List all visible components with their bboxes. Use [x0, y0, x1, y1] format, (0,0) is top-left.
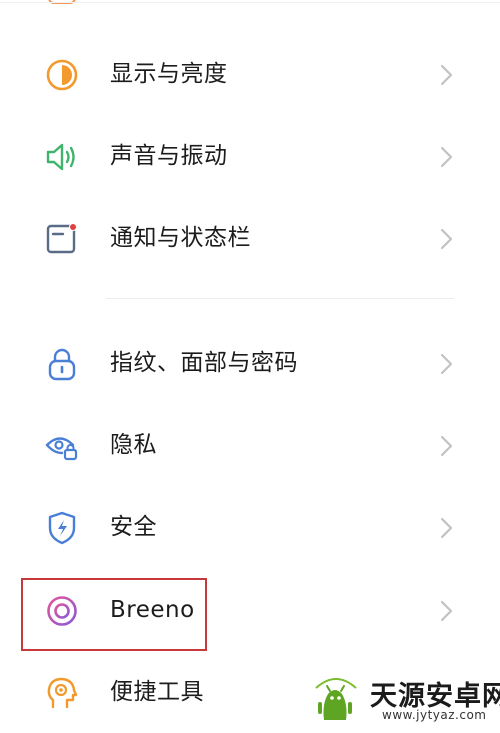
chevron-right-icon — [440, 64, 453, 86]
privacy-eye-icon — [44, 428, 80, 464]
chevron-right-icon — [440, 228, 453, 250]
chevron-right-icon — [440, 146, 453, 168]
watermark-url: www.jytyaz.com — [382, 708, 487, 722]
section-divider — [106, 298, 454, 299]
settings-item-privacy[interactable]: 隐私 — [0, 404, 500, 486]
settings-item-label: 安全 — [110, 514, 157, 540]
settings-item-label: 便捷工具 — [110, 679, 204, 705]
chevron-right-icon — [440, 353, 453, 375]
settings-item-notification-statusbar[interactable]: 通知与状态栏 — [0, 197, 500, 279]
lock-icon — [44, 346, 80, 382]
convenience-tools-icon — [44, 675, 80, 711]
settings-item-label: 隐私 — [110, 432, 157, 458]
chevron-right-icon — [440, 517, 453, 539]
display-brightness-icon — [44, 57, 80, 93]
android-logo-icon — [315, 678, 357, 720]
settings-item-label: 显示与亮度 — [110, 61, 228, 87]
settings-item-security[interactable]: 安全 — [0, 486, 500, 568]
settings-item-label: 声音与振动 — [110, 143, 228, 169]
top-separator — [0, 2, 500, 3]
settings-item-label: 指纹、面部与密码 — [110, 350, 298, 376]
security-shield-icon — [44, 510, 80, 546]
site-watermark: 天源安卓网 www.jytyaz.com — [300, 670, 500, 725]
settings-item-display-brightness[interactable]: 显示与亮度 — [0, 33, 500, 115]
chevron-right-icon — [440, 435, 453, 457]
notification-icon — [44, 221, 80, 257]
settings-item-label: 通知与状态栏 — [110, 225, 251, 251]
speaker-icon — [44, 139, 80, 175]
highlight-annotation-box — [21, 578, 207, 651]
settings-item-sound-vibration[interactable]: 声音与振动 — [0, 115, 500, 197]
chevron-right-icon — [440, 600, 453, 622]
settings-item-fingerprint-face-password[interactable]: 指纹、面部与密码 — [0, 322, 500, 404]
